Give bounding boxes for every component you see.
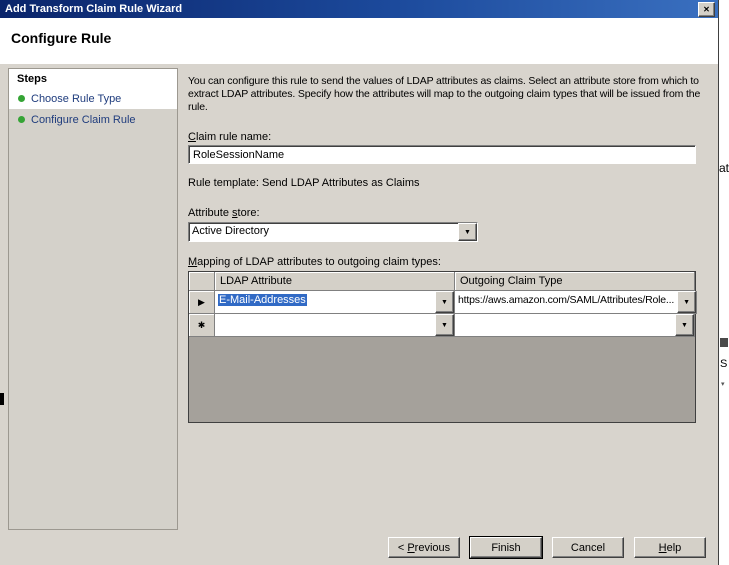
label-part: C bbox=[188, 131, 196, 143]
outgoing-claim-value bbox=[455, 314, 675, 336]
steps-panel: Steps Choose Rule Type Configure Claim R… bbox=[8, 68, 178, 530]
label-part: P bbox=[407, 541, 415, 554]
label-part: M bbox=[188, 256, 198, 268]
step-bullet-icon bbox=[18, 95, 25, 102]
outgoing-claim-cell: ▼ bbox=[455, 314, 695, 337]
chevron-down-icon: ▼ bbox=[441, 298, 448, 306]
previous-button[interactable]: < Previous bbox=[388, 537, 460, 558]
attribute-store-value: Active Directory bbox=[192, 225, 270, 237]
chevron-down-icon: ▼ bbox=[681, 321, 688, 329]
attribute-store-dropdown[interactable]: Active Directory ▼ bbox=[188, 222, 478, 242]
background-icon-fragment bbox=[720, 338, 728, 347]
dropdown-button[interactable]: ▼ bbox=[435, 314, 454, 336]
label-part: apping of LDAP attributes to outgoing cl… bbox=[197, 256, 441, 268]
label-part: tore: bbox=[237, 207, 260, 219]
row-current-icon: ▶ bbox=[198, 296, 205, 307]
claim-rule-name-input[interactable] bbox=[188, 145, 696, 164]
finish-button[interactable]: Finish bbox=[470, 537, 542, 558]
outgoing-claim-cell: https://aws.amazon.com/SAML/Attributes/R… bbox=[455, 291, 698, 314]
step-item-choose-rule-type[interactable]: Choose Rule Type bbox=[9, 88, 177, 109]
new-row-icon: ✱ bbox=[197, 319, 206, 330]
page-header: Configure Rule bbox=[0, 18, 718, 64]
label-part: H bbox=[658, 541, 667, 554]
label-part: elp bbox=[666, 541, 682, 554]
window-title: Add Transform Claim Rule Wizard bbox=[5, 3, 183, 15]
step-item-configure-claim-rule[interactable]: Configure Claim Rule bbox=[9, 109, 177, 130]
mapping-grid: LDAP Attribute Outgoing Claim Type ▶ E-M… bbox=[188, 271, 698, 423]
dropdown-button[interactable]: ▼ bbox=[677, 291, 697, 313]
row-selector[interactable]: ▶ bbox=[189, 291, 215, 314]
page-title: Configure Rule bbox=[11, 30, 112, 46]
ldap-attribute-cell: E-Mail-Addresses ▼ bbox=[215, 291, 455, 314]
grid-column-outgoing-claim-type: Outgoing Claim Type bbox=[455, 272, 695, 291]
chevron-down-icon: ▼ bbox=[441, 321, 448, 329]
background-text-fragment: S bbox=[720, 358, 728, 370]
chevron-down-icon: ▼ bbox=[464, 228, 471, 236]
grid-column-ldap-attribute: LDAP Attribute bbox=[215, 272, 455, 291]
mapping-label: Mapping of LDAP attributes to outgoing c… bbox=[188, 256, 441, 268]
grid-header-row: LDAP Attribute Outgoing Claim Type bbox=[189, 272, 695, 291]
step-label: Choose Rule Type bbox=[31, 92, 122, 105]
background-caret-fragment: ▾ bbox=[721, 381, 725, 388]
outgoing-claim-dropdown[interactable]: https://aws.amazon.com/SAML/Attributes/R… bbox=[455, 291, 697, 313]
outgoing-claim-value: https://aws.amazon.com/SAML/Attributes/R… bbox=[458, 294, 675, 306]
grid-selector-header bbox=[189, 272, 215, 291]
background-text-fragment: at bbox=[719, 161, 729, 175]
outgoing-claim-dropdown[interactable]: ▼ bbox=[455, 314, 694, 336]
dropdown-button[interactable]: ▼ bbox=[675, 314, 694, 336]
background-artifact bbox=[0, 393, 4, 405]
label-part: laim rule name: bbox=[195, 131, 272, 143]
close-icon: ✕ bbox=[703, 4, 710, 14]
rule-template-text: Rule template: Send LDAP Attributes as C… bbox=[188, 177, 420, 189]
ldap-attribute-dropdown[interactable]: ▼ bbox=[215, 314, 454, 336]
rule-description: You can configure this rule to send the … bbox=[188, 75, 701, 113]
cancel-button[interactable]: Cancel bbox=[552, 537, 624, 558]
label-part: < bbox=[397, 541, 408, 554]
ldap-attribute-dropdown[interactable]: E-Mail-Addresses ▼ bbox=[215, 291, 454, 313]
claim-rule-name-label: Claim rule name: bbox=[188, 131, 271, 143]
label-part: Attribute bbox=[188, 207, 233, 219]
steps-header: Steps bbox=[9, 69, 177, 88]
table-row: ▶ E-Mail-Addresses ▼ https://aws.amazon.… bbox=[189, 291, 698, 314]
ldap-attribute-value: E-Mail-Addresses bbox=[215, 291, 435, 313]
step-label: Configure Claim Rule bbox=[31, 113, 136, 126]
selected-text: E-Mail-Addresses bbox=[218, 294, 307, 306]
step-bullet-icon bbox=[18, 116, 25, 123]
window-titlebar: Add Transform Claim Rule Wizard ✕ bbox=[0, 0, 718, 18]
attribute-store-label: Attribute store: bbox=[188, 207, 260, 219]
chevron-down-icon: ▼ bbox=[683, 298, 691, 306]
wizard-dialog: Add Transform Claim Rule Wizard ✕ Config… bbox=[0, 0, 719, 565]
ldap-attribute-value bbox=[215, 314, 435, 336]
row-selector[interactable]: ✱ bbox=[189, 314, 215, 337]
dropdown-button[interactable]: ▼ bbox=[458, 223, 477, 241]
dropdown-button[interactable]: ▼ bbox=[435, 291, 454, 313]
help-button[interactable]: Help bbox=[634, 537, 706, 558]
table-row-new: ✱ ▼ ▼ bbox=[189, 314, 695, 337]
label-part: revious bbox=[414, 541, 451, 554]
ldap-attribute-cell: ▼ bbox=[215, 314, 455, 337]
close-button[interactable]: ✕ bbox=[698, 1, 715, 17]
